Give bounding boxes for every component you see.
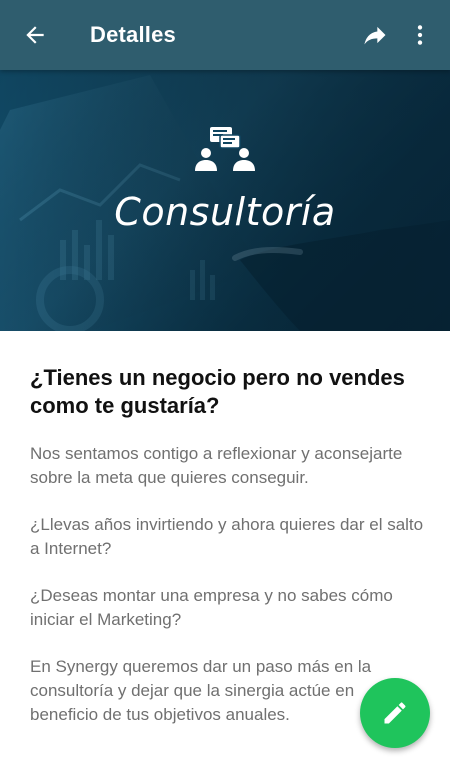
content-heading: ¿Tienes un negocio pero no vendes como t… [30,365,405,418]
app-screen: Detalles Consultoría ¿Tienes un negocio … [0,0,450,768]
edit-fab-button[interactable] [360,678,430,748]
details-content: ¿Tienes un negocio pero no vendes como t… [30,364,425,727]
edit-pencil-icon [384,702,406,724]
share-icon [364,26,386,45]
paragraph: ¿Llevas años invirtiendo y ahora quieres… [30,515,424,558]
more-vert-icon [417,25,423,45]
share-button[interactable] [351,11,399,59]
top-app-bar: Detalles [0,0,450,70]
more-options-button[interactable] [396,11,444,59]
hero-banner: Consultoría [0,70,450,331]
hero-title: Consultoría [114,190,336,234]
page-title: Detalles [90,22,176,47]
paragraph: Nos sentamos contigo a reflexionar y aco… [30,444,403,487]
consulting-people-chat-icon [195,127,255,171]
paragraph: ¿Deseas montar una empresa y no sabes có… [30,586,393,629]
back-button[interactable] [11,11,59,59]
arrow-back-icon [26,26,44,44]
